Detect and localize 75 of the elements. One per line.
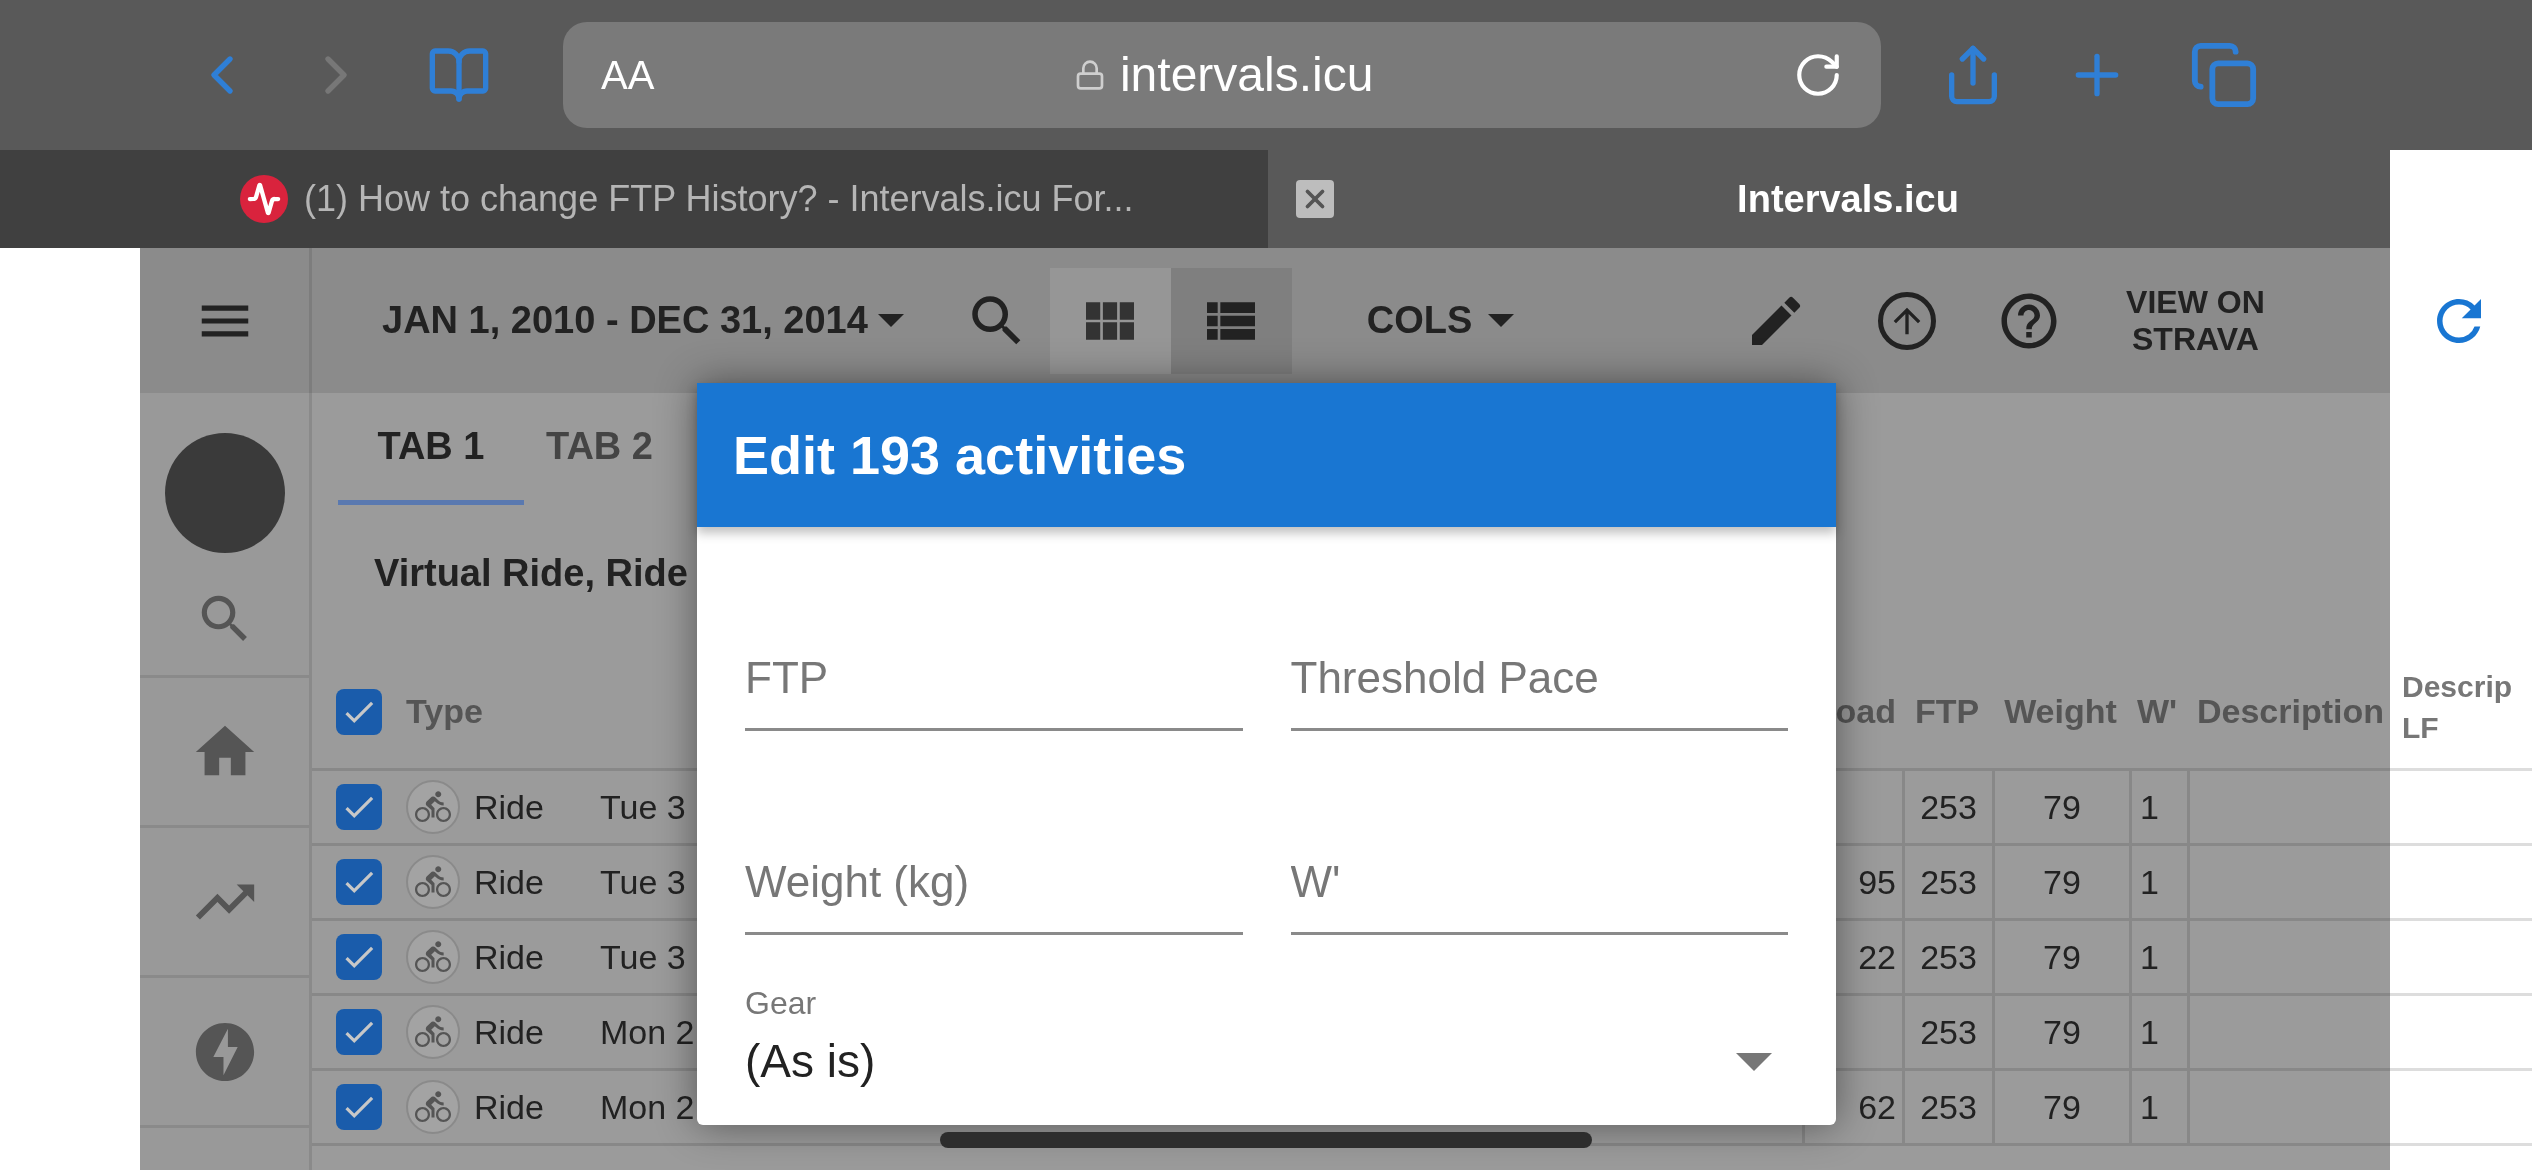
column-header: Description — [2197, 691, 2385, 732]
tab-title: (1) How to change FTP History? - Intervals.icu For... — [304, 177, 1134, 221]
table-cell-text: 79 — [2043, 1086, 2081, 1128]
table-cell-text: Tue 3 — [600, 786, 686, 828]
table-cell-text: Ride — [474, 1086, 545, 1128]
table-cell-text: 22 — [1858, 936, 1896, 978]
column-header: W' — [2137, 691, 2178, 732]
browser-tab[interactable]: (1) How to change FTP History? - Intervals.icu For... — [0, 150, 1268, 248]
column-header: oad — [1835, 691, 1896, 732]
table-cell-text: 253 — [1920, 1086, 1977, 1128]
table-cell-text: 79 — [2043, 1011, 2081, 1053]
upload-icon[interactable] — [1878, 291, 1937, 350]
column-header: Weight — [2004, 691, 2117, 732]
site-favicon-icon — [240, 175, 288, 223]
bike-icon — [406, 780, 460, 834]
table-cell-text: 1 — [2140, 1086, 2159, 1128]
checkbox[interactable] — [336, 859, 382, 905]
table-cell-text: Ride — [474, 861, 545, 903]
table-cell-text: 253 — [1920, 936, 1977, 978]
filter-label: Virtual Ride, Ride — [374, 552, 688, 594]
url-text: intervals.icu — [1119, 47, 1374, 103]
bike-icon — [406, 1005, 460, 1059]
columns-dropdown[interactable]: COLS — [1366, 292, 1515, 349]
table-cell-text: Tue 3 — [600, 936, 686, 978]
close-tab-icon[interactable] — [1296, 180, 1334, 218]
address-bar[interactable]: AA intervals.icu — [563, 22, 1881, 128]
checkbox[interactable] — [336, 1084, 382, 1130]
table-cell-text: 253 — [1920, 786, 1977, 828]
table-cell-text: 79 — [2043, 786, 2081, 828]
field-label: Gear — [745, 984, 818, 1023]
table-cell-text: 62 — [1858, 1086, 1896, 1128]
table-cell-text: Tue 3 — [600, 861, 686, 903]
table-cell-text: Mon 2 — [600, 1086, 695, 1128]
checkbox[interactable] — [336, 934, 382, 980]
input-field[interactable]: Weight (kg) — [745, 831, 1243, 935]
tab[interactable]: TAB 1 — [338, 393, 524, 505]
text-size-button[interactable]: AA — [601, 45, 655, 105]
checkbox[interactable] — [336, 688, 382, 735]
date-range-dropdown[interactable]: JAN 1, 2010 - DEC 31, 2014 — [382, 292, 904, 349]
table-cell-text: 79 — [2043, 861, 2081, 903]
select-value: (As is) — [745, 1034, 877, 1089]
dialog-title: Edit 193 activities — [733, 423, 1187, 487]
table-cell-text: 1 — [2140, 786, 2159, 828]
table-cell-text: 253 — [1920, 1011, 1977, 1053]
caret-icon — [1488, 314, 1515, 327]
caret-icon — [877, 314, 904, 327]
table-cell-text: Mon 2 — [600, 1011, 695, 1053]
column-header: Descrip LF — [2402, 669, 2514, 746]
bike-icon — [406, 855, 460, 909]
table-cell-text: 95 — [1858, 861, 1896, 903]
grid-view-button[interactable] — [1049, 267, 1171, 374]
bike-icon — [406, 1080, 460, 1134]
bike-icon — [406, 930, 460, 984]
browser-tab[interactable]: Intervals.icu — [1268, 150, 2390, 248]
list-view-button[interactable] — [1170, 267, 1292, 374]
strava-link[interactable]: VIEW ON STRAVA — [2120, 283, 2271, 358]
tab[interactable]: TAB 2 — [524, 393, 675, 505]
table-cell-text: Ride — [474, 936, 545, 978]
column-header: Type — [406, 691, 483, 732]
table-cell-text: Ride — [474, 786, 545, 828]
table-cell-text: 1 — [2140, 861, 2159, 903]
table-cell-text: 1 — [2140, 1011, 2159, 1053]
column-header: FTP — [1914, 691, 1980, 732]
input-field[interactable]: FTP — [745, 627, 1243, 731]
checkbox[interactable] — [336, 1009, 382, 1055]
table-cell-text: Ride — [474, 1011, 545, 1053]
caret-icon — [1736, 1052, 1772, 1071]
tab-title: Intervals.icu — [1736, 176, 1960, 222]
table-cell-text: 1 — [2140, 936, 2159, 978]
input-field[interactable]: Threshold Pace — [1290, 627, 1788, 731]
table-cell-text: 79 — [2043, 936, 2081, 978]
input-field[interactable]: W' — [1290, 831, 1788, 935]
gear-select[interactable]: Gear (As is) — [745, 979, 1788, 1096]
checkbox[interactable] — [336, 784, 382, 830]
table-cell-text: 253 — [1920, 861, 1977, 903]
